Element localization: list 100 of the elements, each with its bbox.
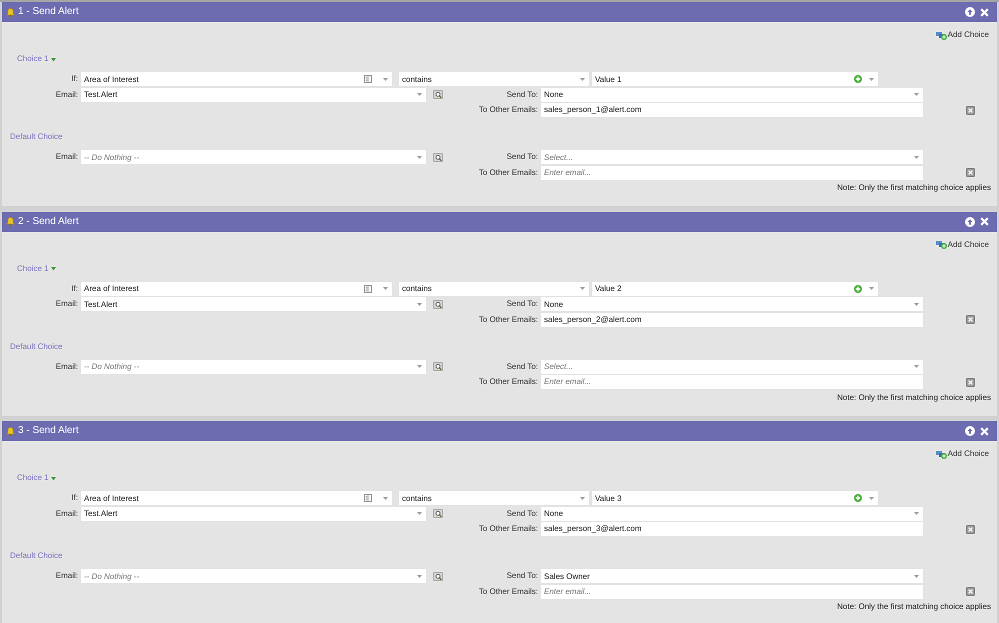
attribute-dropdown[interactable]: Area of Interest [81, 282, 392, 296]
operator-dropdown[interactable]: contains [399, 282, 589, 296]
close-icon[interactable] [980, 8, 989, 16]
if-label: If: [70, 282, 78, 294]
send-to-label: Send To: [506, 508, 538, 520]
add-icon[interactable] [854, 494, 862, 502]
operator-dropdown[interactable]: contains [399, 491, 589, 505]
delete-icon[interactable] [966, 315, 975, 324]
other-emails-label: To Other Emails: [478, 586, 538, 598]
other-emails-field[interactable]: sales_person_1@alert.com [541, 103, 923, 117]
other-emails-label: To Other Emails: [478, 104, 538, 116]
attribute-dropdown[interactable]: Area of Interest [81, 72, 392, 86]
step-title: 3 - Send Alert [18, 425, 79, 437]
send-to-dropdown[interactable]: None [541, 297, 923, 311]
magnifier-icon[interactable] [433, 300, 443, 308]
value-dropdown[interactable]: Value 1 [592, 72, 878, 86]
add-icon[interactable] [854, 75, 862, 83]
email-label: Email: [54, 570, 78, 582]
delete-icon[interactable] [966, 106, 975, 114]
caret-icon [914, 574, 919, 578]
caret-icon [580, 78, 585, 80]
caret-icon [869, 496, 874, 500]
add-icon [936, 240, 947, 249]
list-icon[interactable] [364, 284, 372, 292]
caret-icon [869, 78, 874, 80]
email-label: Email: [54, 151, 78, 163]
add-choice-button[interactable]: Add Choice [936, 29, 989, 41]
delete-icon[interactable] [966, 168, 975, 177]
email-dropdown[interactable]: -- Do Nothing -- [81, 150, 426, 164]
arrow-up-icon[interactable] [965, 216, 975, 226]
add-choice-button[interactable]: Add Choice [936, 448, 989, 460]
email-dropdown[interactable]: -- Do Nothing -- [81, 569, 426, 583]
delete-icon[interactable] [966, 524, 975, 534]
delete-icon[interactable] [966, 587, 975, 596]
if-label: If: [70, 492, 78, 504]
other-emails-label: To Other Emails: [478, 523, 538, 535]
send-to-label: Send To: [506, 88, 538, 100]
email-label: Email: [54, 298, 78, 310]
caret-icon [383, 78, 388, 80]
note-text: Note: Only the first matching choice applies [836, 392, 992, 404]
email-dropdown[interactable]: Test.Alert [81, 297, 426, 311]
magnifier-icon[interactable] [433, 362, 443, 371]
add-choice-button[interactable]: Add Choice [936, 238, 989, 250]
other-emails-field[interactable]: Enter email... [541, 375, 923, 389]
arrow-up-icon[interactable] [965, 426, 975, 436]
other-emails-field[interactable]: Enter email... [541, 584, 923, 598]
list-icon[interactable] [364, 75, 372, 83]
magnifier-icon[interactable] [433, 572, 443, 580]
magnifier-icon[interactable] [433, 90, 443, 99]
caret-icon [417, 512, 422, 515]
caret-icon [914, 365, 919, 368]
list-icon[interactable] [364, 494, 372, 502]
email-label: Email: [54, 508, 78, 520]
magnifier-icon[interactable] [433, 509, 443, 518]
send-to-dropdown[interactable]: Select... [541, 150, 923, 164]
other-emails-field[interactable]: sales_person_3@alert.com [541, 522, 923, 536]
send-to-dropdown[interactable]: Select... [541, 360, 923, 374]
close-icon[interactable] [980, 426, 989, 436]
value-dropdown[interactable]: Value 3 [592, 491, 878, 505]
caret-icon [914, 302, 919, 306]
bell-icon [6, 426, 15, 436]
send-to-dropdown[interactable]: None [541, 88, 923, 102]
note-text: Note: Only the first matching choice applies [836, 182, 992, 194]
email-dropdown[interactable]: Test.Alert [81, 506, 426, 520]
caret-icon [914, 93, 919, 96]
email-label: Email: [54, 88, 78, 100]
send-to-label: Send To: [506, 570, 538, 582]
delete-icon[interactable] [966, 378, 975, 386]
bell-icon [6, 8, 15, 16]
send-to-label: Send To: [506, 151, 538, 163]
caret-icon [417, 93, 422, 96]
caret-icon [417, 574, 422, 578]
add-icon[interactable] [854, 284, 862, 292]
close-icon[interactable] [980, 217, 989, 226]
other-emails-field[interactable]: Enter email... [541, 166, 923, 180]
note-text: Note: Only the first matching choice applies [836, 601, 992, 613]
email-label: Email: [54, 360, 78, 372]
attribute-dropdown[interactable]: Area of Interest [81, 491, 392, 505]
caret-icon [914, 156, 919, 158]
step-title: 1 - Send Alert [18, 6, 79, 18]
default-choice-heading: Default Choice [10, 340, 62, 352]
email-dropdown[interactable]: -- Do Nothing -- [81, 360, 426, 374]
arrow-up-icon[interactable] [965, 7, 975, 17]
magnifier-icon[interactable] [433, 152, 443, 162]
value-dropdown[interactable]: Value 2 [592, 282, 878, 296]
default-choice-heading: Default Choice [10, 131, 62, 143]
operator-dropdown[interactable]: contains [399, 72, 589, 86]
caret-icon [580, 496, 585, 500]
email-dropdown[interactable]: Test.Alert [81, 88, 426, 102]
send-to-dropdown[interactable]: Sales Owner [541, 569, 923, 583]
other-emails-field[interactable]: sales_person_2@alert.com [541, 312, 923, 326]
caret-icon [417, 302, 422, 306]
send-to-dropdown[interactable]: None [541, 506, 923, 520]
default-choice-heading: Default Choice [10, 550, 62, 562]
step-title: 2 - Send Alert [18, 216, 79, 228]
if-label: If: [70, 73, 78, 85]
caret-icon [383, 287, 388, 290]
caret-icon [580, 287, 585, 290]
add-icon [936, 450, 947, 458]
other-emails-label: To Other Emails: [478, 166, 538, 178]
